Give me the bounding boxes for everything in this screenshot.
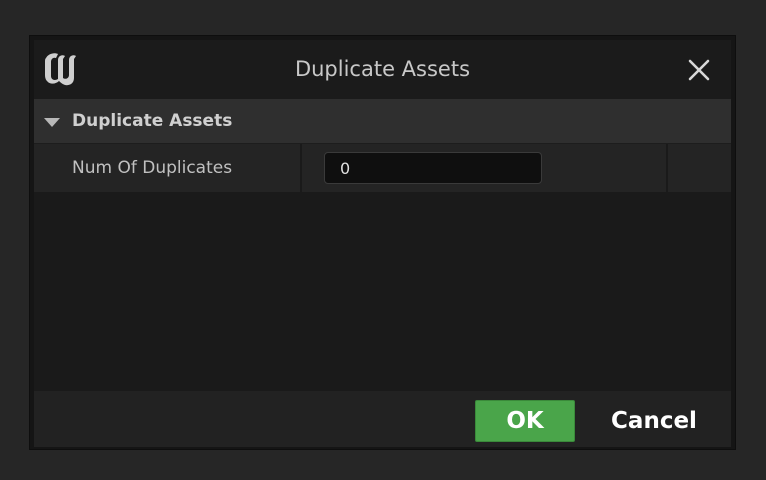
title-bar[interactable]: Duplicate Assets [34, 40, 731, 99]
category-label: Duplicate Assets [72, 111, 233, 131]
duplicate-assets-dialog: Duplicate Assets Duplicate Assets Num Of… [29, 35, 736, 450]
close-button[interactable] [687, 58, 711, 82]
property-row-num-of-duplicates: Num Of Duplicates [34, 144, 731, 192]
empty-details-area [34, 192, 731, 391]
num-of-duplicates-input[interactable] [324, 152, 542, 184]
ok-button[interactable]: OK [475, 400, 575, 442]
property-value-cell [304, 144, 668, 192]
close-icon [688, 59, 710, 81]
collapse-arrow-icon[interactable] [44, 118, 60, 127]
property-name-label: Num Of Duplicates [34, 144, 302, 192]
dialog-title: Duplicate Assets [294, 57, 471, 81]
cancel-button[interactable]: Cancel [604, 400, 704, 442]
dialog-footer: OK Cancel [34, 391, 731, 447]
category-header-duplicate-assets[interactable]: Duplicate Assets [34, 99, 731, 144]
dialog-body: Duplicate Assets Duplicate Assets Num Of… [34, 40, 731, 447]
